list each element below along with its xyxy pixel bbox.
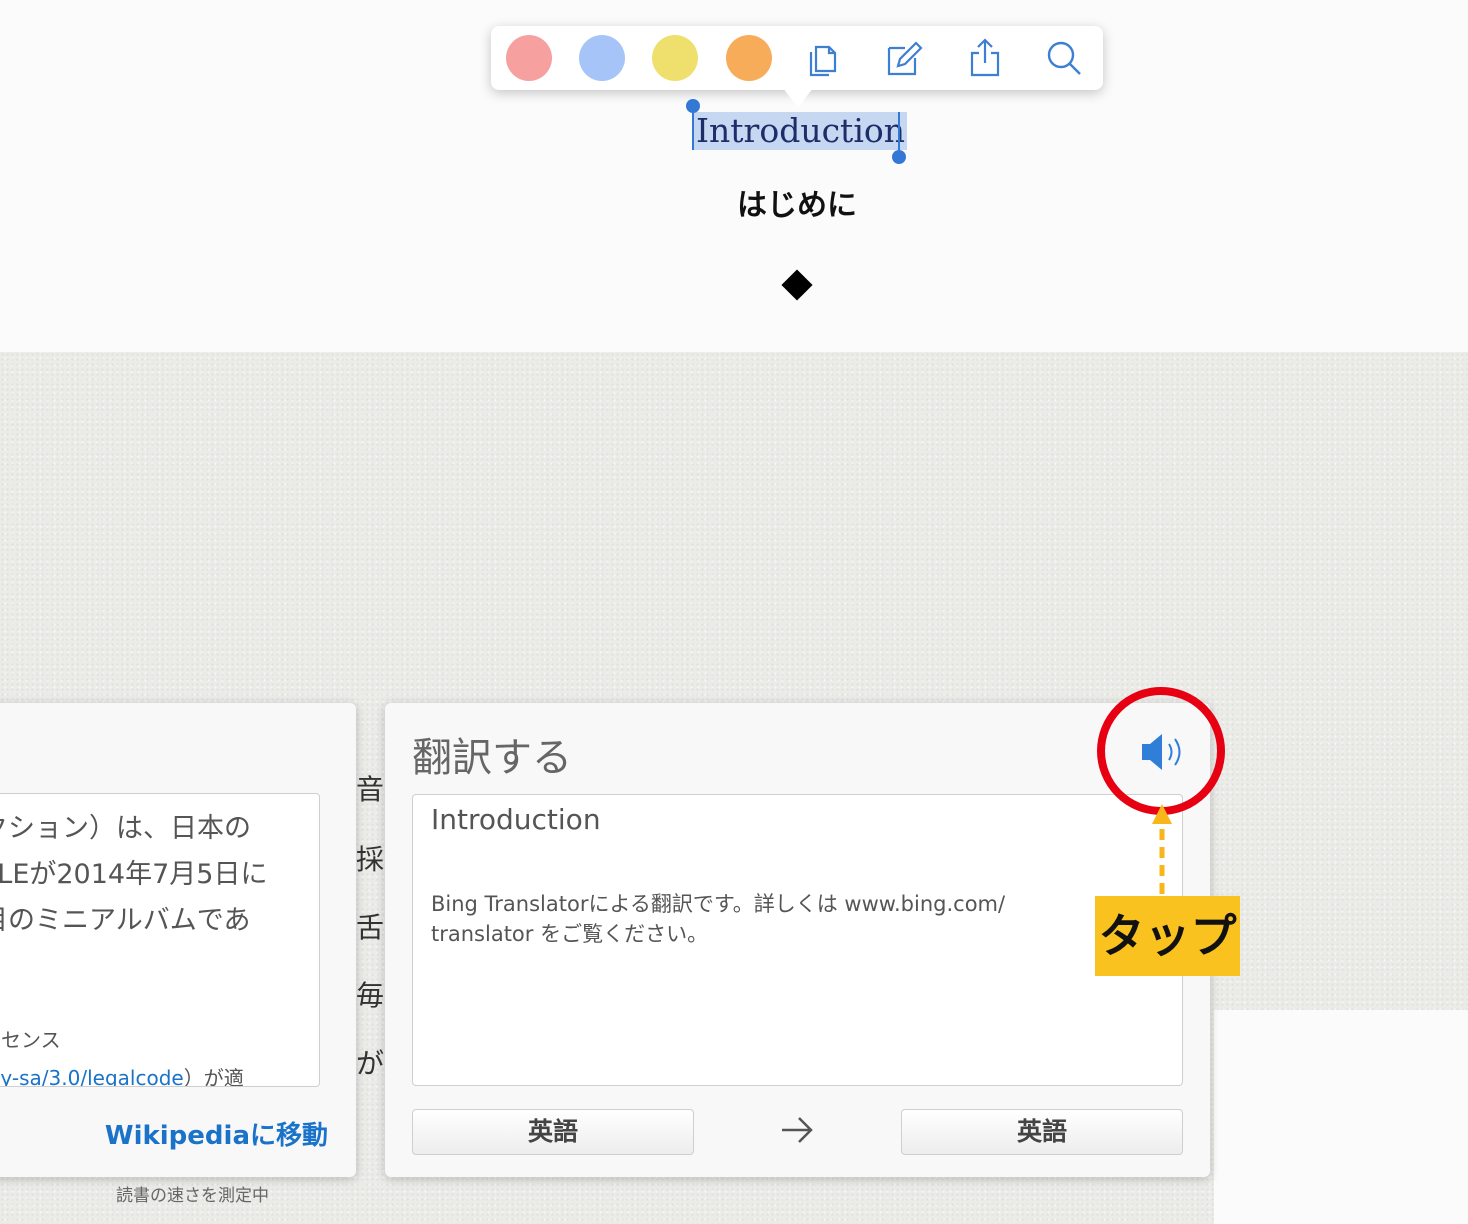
selection-end-bar [898,112,900,150]
highlight-orange-button[interactable] [726,35,772,81]
vertical-text-char: が [356,1047,385,1080]
search-icon[interactable] [1043,38,1083,78]
selected-heading[interactable]: Introduction [694,112,907,150]
goto-wikipedia-link[interactable]: Wikipediaに移動 [105,1115,328,1152]
wikipedia-text-line: クション）は、日本の [0,813,251,844]
selection-end-handle[interactable] [892,150,906,164]
share-icon[interactable] [965,38,1005,78]
translate-card: 翻訳する Introduction Bing Translatorによる翻訳です… [385,703,1210,1177]
selection-start-bar [692,112,694,150]
toolbar-pointer [783,88,813,108]
wikipedia-text-line: PLEが2014年7月5日に [0,859,268,890]
wikipedia-card: クション）は、日本の PLEが2014年7月5日に 目のミニアルバムであ イセン… [0,703,356,1177]
selection-start-handle[interactable] [686,99,700,113]
translation-result-box: Introduction Bing Translatorによる翻訳です。詳しくは… [412,794,1183,1086]
tap-annotation-label: タップ [1095,896,1240,976]
wikipedia-license-line: イセンス [0,1028,61,1052]
license-link-suffix: ）が適 [183,1066,244,1087]
page-edge [1214,1010,1468,1224]
dashed-arrow-annotation [1152,804,1172,894]
copy-icon[interactable] [805,38,845,78]
target-language-button[interactable]: 英語 [901,1109,1183,1155]
reading-speed-status: 読書の速さを測定中 [116,1186,269,1206]
wikipedia-license-link-line: /by-sa/3.0/legalcode）が適 [0,1062,244,1087]
vertical-text-char: 採 [356,843,385,876]
highlight-yellow-button[interactable] [652,35,698,81]
chapter-subtitle: はじめに [737,188,857,223]
translator-credit: Bing Translatorによる翻訳です。詳しくは www.bing.com… [431,892,1006,946]
vertical-text-char: 毎 [356,979,385,1012]
license-link[interactable]: /by-sa/3.0/legalcode [0,1066,184,1086]
vertical-text-char: 舌 [356,911,385,944]
source-language-button[interactable]: 英語 [412,1109,694,1155]
highlight-pink-button[interactable] [506,35,552,81]
translation-result-text: Introduction [431,803,601,836]
translate-title: 翻訳する [412,735,572,781]
arrow-right-icon [782,1117,813,1143]
vertical-text-char: 音 [356,773,385,806]
note-edit-icon[interactable] [884,38,924,78]
highlight-ring-annotation [1097,687,1225,815]
highlight-blue-button[interactable] [579,35,625,81]
wikipedia-text-line: 目のミニアルバムであ [0,905,251,936]
wikipedia-summary-box: クション）は、日本の PLEが2014年7月5日に 目のミニアルバムであ イセン… [0,793,320,1087]
